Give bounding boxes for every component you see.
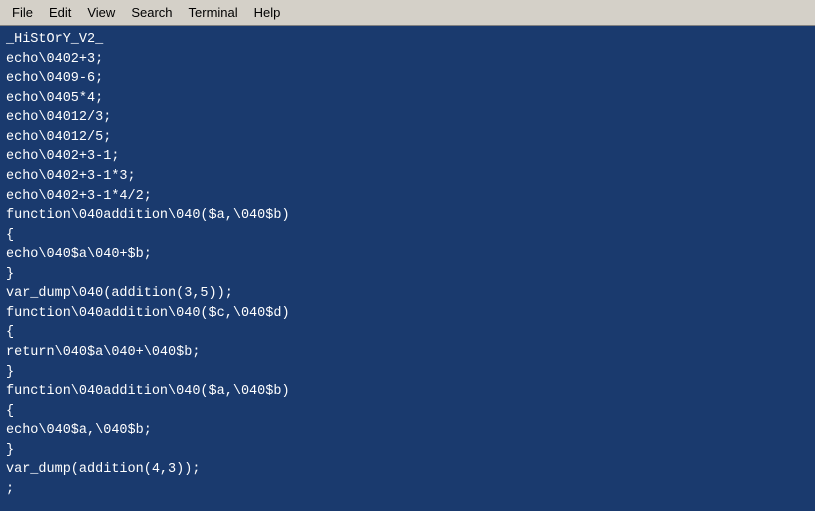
terminal-line: echo\0402+3;	[6, 50, 809, 70]
terminal-line: }	[6, 363, 809, 383]
terminal-line: echo\0402+3-1*3;	[6, 167, 809, 187]
terminal-line: function\040addition\040($a,\040$b)	[6, 206, 809, 226]
menu-view[interactable]: View	[79, 3, 123, 22]
menu-terminal[interactable]: Terminal	[181, 3, 246, 22]
terminal-line: echo\040$a,\040$b;	[6, 421, 809, 441]
terminal-line: _HiStOrY_V2_	[6, 30, 809, 50]
menu-help[interactable]: Help	[246, 3, 289, 22]
terminal-line: echo\04012/3;	[6, 108, 809, 128]
terminal-output: _HiStOrY_V2_echo\0402+3;echo\0409-6;echo…	[0, 26, 815, 511]
terminal-line: echo\0405*4;	[6, 89, 809, 109]
terminal-line: echo\0409-6;	[6, 69, 809, 89]
terminal-line: }	[6, 441, 809, 461]
terminal-line: function\040addition\040($a,\040$b)	[6, 382, 809, 402]
terminal-line: echo\04012/5;	[6, 128, 809, 148]
menu-bar: File Edit View Search Terminal Help	[0, 0, 815, 26]
terminal-line: function\040addition\040($c,\040$d)	[6, 304, 809, 324]
terminal-line: var_dump\040(addition(3,5));	[6, 284, 809, 304]
terminal-line: {	[6, 226, 809, 246]
terminal-line: ;	[6, 480, 809, 500]
terminal-line: echo\040$a\040+$b;	[6, 245, 809, 265]
terminal-line: echo\0402+3-1;	[6, 147, 809, 167]
terminal-line: echo\0402+3-1*4/2;	[6, 187, 809, 207]
terminal-line: return\040$a\040+\040$b;	[6, 343, 809, 363]
terminal-line: var_dump(addition(4,3));	[6, 460, 809, 480]
terminal-line: {	[6, 323, 809, 343]
terminal-line: {	[6, 402, 809, 422]
menu-search[interactable]: Search	[123, 3, 180, 22]
terminal-line: }	[6, 265, 809, 285]
menu-edit[interactable]: Edit	[41, 3, 79, 22]
menu-file[interactable]: File	[4, 3, 41, 22]
